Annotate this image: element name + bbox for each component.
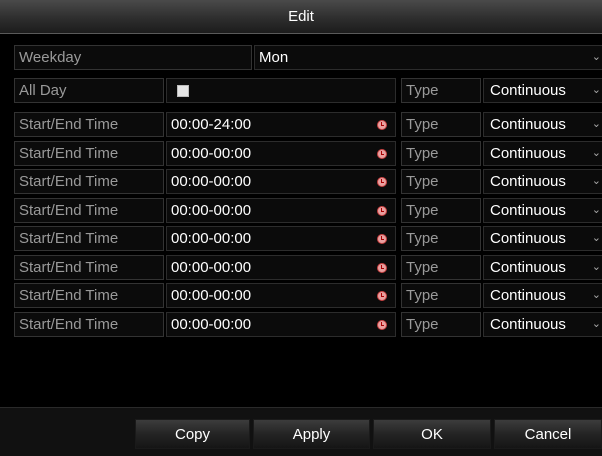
- chevron-down-icon: ⌄: [591, 175, 601, 187]
- type-select[interactable]: Continuous ⌄: [483, 198, 602, 223]
- type-select[interactable]: Continuous ⌄: [483, 312, 602, 337]
- clock-icon[interactable]: [377, 234, 387, 244]
- time-range-field[interactable]: 00:00-00:00: [166, 226, 396, 251]
- type-select[interactable]: Continuous ⌄: [483, 255, 602, 280]
- chevron-down-icon: ⌄: [591, 289, 601, 301]
- time-range-value: 00:00-00:00: [171, 259, 252, 276]
- chevron-down-icon: ⌄: [591, 51, 601, 63]
- type-label: Type: [401, 255, 481, 280]
- weekday-value: Mon: [259, 49, 289, 66]
- clock-icon[interactable]: [377, 149, 387, 159]
- title-bar: Edit: [0, 0, 602, 34]
- type-label: Type: [401, 169, 481, 194]
- all-day-type-select[interactable]: Continuous ⌄: [483, 78, 602, 103]
- edit-dialog: Edit Weekday Mon ⌄ All Day Type Continuo…: [0, 0, 602, 456]
- clock-icon[interactable]: [377, 263, 387, 273]
- clock-icon[interactable]: [377, 177, 387, 187]
- type-value: Continuous: [490, 145, 566, 162]
- all-day-type-label: Type: [401, 78, 481, 103]
- time-range-value: 00:00-00:00: [171, 316, 252, 333]
- start-end-time-label: Start/End Time: [14, 283, 164, 308]
- start-end-time-label: Start/End Time: [14, 255, 164, 280]
- type-value: Continuous: [490, 116, 566, 133]
- chevron-down-icon: ⌄: [591, 261, 601, 273]
- type-label: Type: [401, 312, 481, 337]
- all-day-label: All Day: [14, 78, 164, 103]
- schedule-row: Start/End Time 00:00-00:00 Type Continuous ⌄: [14, 198, 602, 223]
- start-end-time-label: Start/End Time: [14, 198, 164, 223]
- time-range-field[interactable]: 00:00-00:00: [166, 198, 396, 223]
- type-value: Continuous: [490, 316, 566, 333]
- time-range-field[interactable]: 00:00-00:00: [166, 283, 396, 308]
- type-label: Type: [401, 198, 481, 223]
- type-value: Continuous: [490, 287, 566, 304]
- weekday-label: Weekday: [14, 45, 252, 70]
- all-day-checkbox[interactable]: [177, 85, 189, 97]
- start-end-time-label: Start/End Time: [14, 169, 164, 194]
- type-value: Continuous: [490, 202, 566, 219]
- cancel-button[interactable]: Cancel: [494, 419, 602, 449]
- time-range-value: 00:00-00:00: [171, 230, 252, 247]
- schedule-row: Start/End Time 00:00-00:00 Type Continuous ⌄: [14, 255, 602, 280]
- clock-icon[interactable]: [377, 120, 387, 130]
- type-label: Type: [401, 141, 481, 166]
- time-range-field[interactable]: 00:00-00:00: [166, 169, 396, 194]
- start-end-time-label: Start/End Time: [14, 112, 164, 137]
- type-label: Type: [401, 226, 481, 251]
- schedule-row: Start/End Time 00:00-00:00 Type Continuous ⌄: [14, 312, 602, 337]
- all-day-row: All Day Type Continuous ⌄: [14, 78, 602, 103]
- weekday-select[interactable]: Mon ⌄: [254, 45, 602, 70]
- clock-icon[interactable]: [377, 291, 387, 301]
- apply-button[interactable]: Apply: [253, 419, 370, 449]
- time-range-value: 00:00-00:00: [171, 173, 252, 190]
- chevron-down-icon: ⌄: [591, 147, 601, 159]
- type-select[interactable]: Continuous ⌄: [483, 112, 602, 137]
- type-select[interactable]: Continuous ⌄: [483, 169, 602, 194]
- chevron-down-icon: ⌄: [591, 84, 601, 96]
- schedule-row: Start/End Time 00:00-00:00 Type Continuous ⌄: [14, 226, 602, 251]
- chevron-down-icon: ⌄: [591, 204, 601, 216]
- type-select[interactable]: Continuous ⌄: [483, 283, 602, 308]
- type-select[interactable]: Continuous ⌄: [483, 141, 602, 166]
- chevron-down-icon: ⌄: [591, 232, 601, 244]
- chevron-down-icon: ⌄: [591, 118, 601, 130]
- clock-icon[interactable]: [377, 320, 387, 330]
- dialog-title: Edit: [288, 8, 314, 25]
- time-range-field[interactable]: 00:00-24:00: [166, 112, 396, 137]
- time-range-field[interactable]: 00:00-00:00: [166, 141, 396, 166]
- start-end-time-label: Start/End Time: [14, 312, 164, 337]
- all-day-field: [166, 78, 396, 103]
- type-value: Continuous: [490, 173, 566, 190]
- schedule-row: Start/End Time 00:00-24:00 Type Continuous ⌄: [14, 112, 602, 137]
- start-end-time-label: Start/End Time: [14, 141, 164, 166]
- ok-button[interactable]: OK: [373, 419, 491, 449]
- copy-button[interactable]: Copy: [135, 419, 250, 449]
- schedule-row: Start/End Time 00:00-00:00 Type Continuous ⌄: [14, 283, 602, 308]
- weekday-row: Weekday Mon ⌄: [14, 45, 602, 70]
- time-range-value: 00:00-00:00: [171, 202, 252, 219]
- schedule-row: Start/End Time 00:00-00:00 Type Continuous ⌄: [14, 169, 602, 194]
- time-range-field[interactable]: 00:00-00:00: [166, 312, 396, 337]
- start-end-time-label: Start/End Time: [14, 226, 164, 251]
- time-range-value: 00:00-00:00: [171, 287, 252, 304]
- type-select[interactable]: Continuous ⌄: [483, 226, 602, 251]
- type-label: Type: [401, 112, 481, 137]
- time-range-field[interactable]: 00:00-00:00: [166, 255, 396, 280]
- type-value: Continuous: [490, 230, 566, 247]
- chevron-down-icon: ⌄: [591, 318, 601, 330]
- button-bar: Copy Apply OK Cancel: [0, 407, 602, 456]
- clock-icon[interactable]: [377, 206, 387, 216]
- time-range-value: 00:00-00:00: [171, 145, 252, 162]
- type-label: Type: [401, 283, 481, 308]
- type-value: Continuous: [490, 259, 566, 276]
- schedule-row: Start/End Time 00:00-00:00 Type Continuous ⌄: [14, 141, 602, 166]
- time-range-value: 00:00-24:00: [171, 116, 252, 133]
- all-day-type-value: Continuous: [490, 82, 566, 99]
